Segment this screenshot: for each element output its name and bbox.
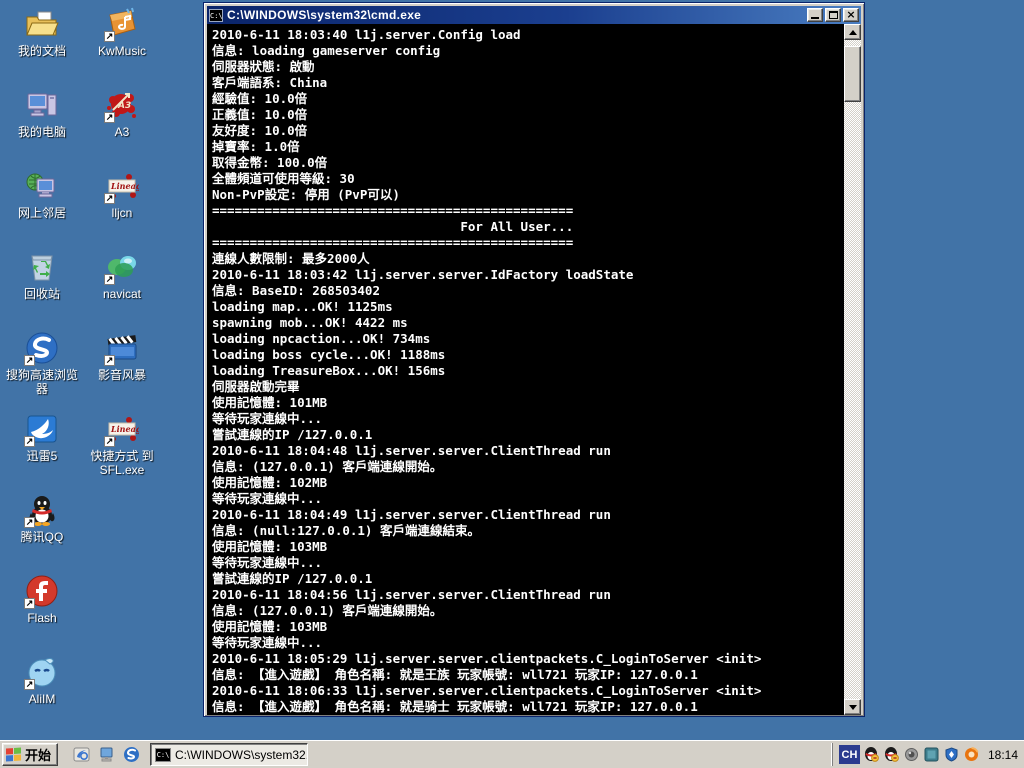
cmd-titlebar[interactable]: C:\ C:\WINDOWS\system32\cmd.exe × [207,6,861,24]
shortcut-arrow-icon: ↗ [104,274,115,285]
svg-text:Lineage: Lineage [110,181,139,191]
shortcut-arrow-icon: ↗ [24,436,35,447]
taskbar-clock[interactable]: 18:14 [988,748,1018,762]
start-label: 开始 [25,745,51,764]
system-tray: CH 18:14 [832,743,1024,766]
shield-icon[interactable] [944,747,960,763]
windows-logo-icon [6,747,22,762]
a3-splat-icon: A3 ↗ [104,87,140,123]
shortcut-arrow-icon: ↗ [24,517,35,528]
shortcut-arrow-icon: ↗ [104,193,115,204]
desktop-icon-a3[interactable]: A3 ↗ A3 [82,87,162,168]
recycle-bin-icon [24,249,60,285]
desktop-icon-qq[interactable]: ↗ 腾讯QQ [2,492,82,573]
desktop-icon-label: 我的文档 [18,44,66,58]
lineage-icon: Lineage ↗ [104,168,140,204]
my-computer-icon [24,87,60,123]
qq-tray-icon[interactable] [864,747,880,763]
cmd-icon: C:\ [209,9,223,22]
scroll-down-button[interactable] [844,699,861,715]
desktop-icon-label: 腾讯QQ [21,530,64,544]
vertical-scrollbar[interactable] [844,24,861,715]
cmd-icon: C:\ [155,748,171,762]
shortcut-arrow-icon: ↗ [104,355,115,366]
show-desktop-icon[interactable] [97,746,115,764]
internet-explorer-icon[interactable] [72,746,90,764]
minimize-button[interactable] [807,8,823,22]
desktop-icon-label: 迅雷5 [27,449,58,463]
minimize-icon [811,17,819,19]
desktop-icon-label: 网上邻居 [18,206,66,220]
flash-icon: ↗ [24,573,60,609]
desktop-icon-my-documents[interactable]: 我的文档 [2,6,82,87]
desktop-icon-media-storm[interactable]: ↗ 影音风暴 [82,330,162,411]
shortcut-arrow-icon: ↗ [104,436,115,447]
shortcut-arrow-icon: ↗ [24,355,35,366]
console-output: 2010-6-11 18:03:40 l1j.server.Config loa… [207,24,761,715]
xunlei-icon: ↗ [24,411,60,447]
desktop-icon-label: 影音风暴 [98,368,146,382]
qq-tray-icon[interactable] [884,747,900,763]
desktop-icon-label: 回收站 [24,287,60,301]
desktop-icon-label: AliIM [29,692,56,706]
navicat-icon: ↗ [104,249,140,285]
shortcut-arrow-icon: ↗ [24,679,35,690]
desktop-icon-recycle-bin[interactable]: 回收站 [2,249,82,330]
desktop-icon-label: lljcn [112,206,133,220]
desktop-icon-aliim[interactable]: ↗ AliIM [2,654,82,735]
orange-ring-icon[interactable] [964,747,980,763]
maximize-button[interactable] [825,8,841,22]
language-indicator[interactable]: CH [839,745,860,764]
desktop-icon-label: 我的电脑 [18,125,66,139]
desktop-icon-label: navicat [103,287,141,301]
my-documents-icon [24,6,60,42]
shortcut-arrow-icon: ↗ [104,112,115,123]
app-square-icon[interactable] [924,747,940,763]
desktop-icon-kwmusic[interactable]: ↗ KwMusic [82,6,162,87]
desktop-icon-my-computer[interactable]: 我的电脑 [2,87,82,168]
desktop-icon-label: 快捷方式 到 SFL.exe [83,449,161,477]
kwmusic-icon: ↗ [104,6,140,42]
maximize-icon [829,11,838,19]
clapperboard-icon: ↗ [104,330,140,366]
desktop-icon-label: 搜狗高速浏览器 [3,368,81,396]
console-area[interactable]: 2010-6-11 18:03:40 l1j.server.Config loa… [207,24,861,715]
desktop-icon-flash[interactable]: ↗ Flash [2,573,82,654]
sogou-browser-icon: ↗ [24,330,60,366]
shortcut-arrow-icon: ↗ [104,31,115,42]
volume-icon[interactable] [904,747,920,763]
cmd-window: C:\ C:\WINDOWS\system32\cmd.exe × 2010-6… [203,2,865,717]
close-icon: × [846,9,855,21]
svg-text:Lineage: Lineage [110,424,139,434]
desktop-icon-label: Flash [27,611,56,625]
scrollbar-thumb[interactable] [844,46,861,102]
desktop-icon-network-places[interactable]: 网上邻居 [2,168,82,249]
aliim-icon: ↗ [24,654,60,690]
shortcut-arrow-icon: ↗ [24,598,35,609]
quick-launch [66,746,146,764]
taskbar: 开始 C:\ C:\WINDOWS\system32... CH [0,740,1024,768]
lineage-icon: Lineage ↗ [104,411,140,447]
start-button[interactable]: 开始 [2,743,58,766]
close-button[interactable]: × [843,8,859,22]
window-title: C:\WINDOWS\system32\cmd.exe [227,8,805,22]
desktop-icon-lljcn[interactable]: Lineage ↗ lljcn [82,168,162,249]
desktop-icon-sogou-browser[interactable]: ↗ 搜狗高速浏览器 [2,330,82,411]
desktop: { "desktop": { "icons": [ { "label": "我的… [0,0,1024,768]
taskbar-item-cmd[interactable]: C:\ C:\WINDOWS\system32... [150,743,308,766]
arrow-down-icon [849,705,857,710]
taskbar-item-label: C:\WINDOWS\system32... [175,748,308,762]
svg-text:A3: A3 [117,101,131,111]
network-places-icon [24,168,60,204]
arrow-up-icon [849,30,857,35]
desktop-icon-navicat[interactable]: ↗ navicat [82,249,162,330]
scroll-up-button[interactable] [844,24,861,40]
desktop-icon-xunlei5[interactable]: ↗ 迅雷5 [2,411,82,492]
desktop-icon-grid: 我的文档 我的电脑 网上邻居 回收站 ↗ 搜狗高速浏览器 ↗ 迅雷5 [2,6,162,735]
desktop-icon-sfl-shortcut[interactable]: Lineage ↗ 快捷方式 到 SFL.exe [82,411,162,492]
desktop-icon-label: KwMusic [98,44,146,58]
qq-penguin-icon: ↗ [24,492,60,528]
desktop-icon-label: A3 [115,125,130,139]
sogou-browser-icon[interactable] [122,746,140,764]
